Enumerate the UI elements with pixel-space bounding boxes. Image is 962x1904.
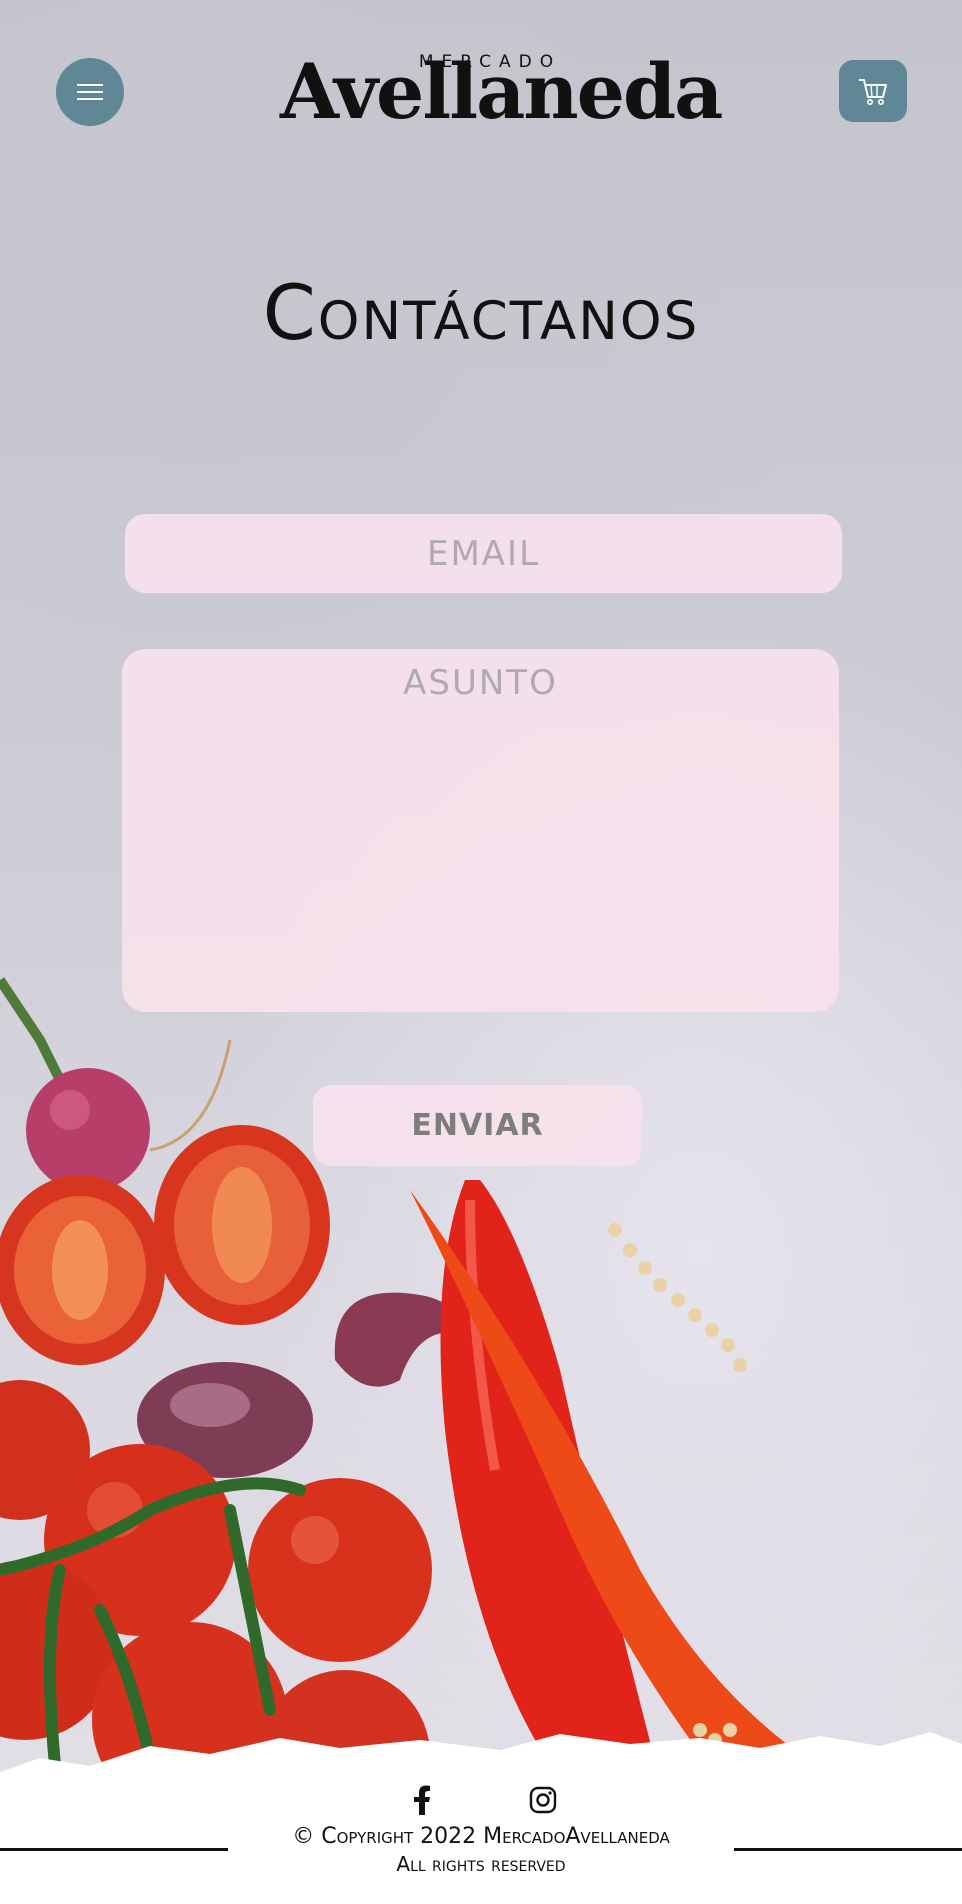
rights-text: All rights reserved (396, 1852, 566, 1876)
page-title: Contáctanos (262, 268, 700, 357)
cart-button[interactable] (839, 60, 907, 122)
cart-icon (859, 79, 887, 105)
footer-paper (0, 1732, 962, 1904)
instagram-link[interactable] (525, 1782, 561, 1818)
menu-icon (77, 84, 103, 100)
brand-logo[interactable]: MERCADO Avellaneda (280, 50, 723, 130)
subject-textarea[interactable] (122, 649, 839, 1012)
footer-divider-right (734, 1848, 962, 1851)
vegetables-illustration (0, 977, 840, 1820)
menu-button[interactable] (56, 58, 124, 126)
instagram-icon (529, 1786, 557, 1814)
email-input[interactable] (125, 514, 842, 593)
copyright-text: © Copyright 2022 MercadoAvellaneda (292, 1824, 670, 1849)
brand-name: Avellaneda (280, 47, 723, 136)
send-button[interactable]: ENVIAR (313, 1085, 642, 1166)
facebook-link[interactable] (404, 1782, 440, 1818)
footer-divider-left (0, 1848, 228, 1851)
facebook-icon (414, 1785, 430, 1815)
